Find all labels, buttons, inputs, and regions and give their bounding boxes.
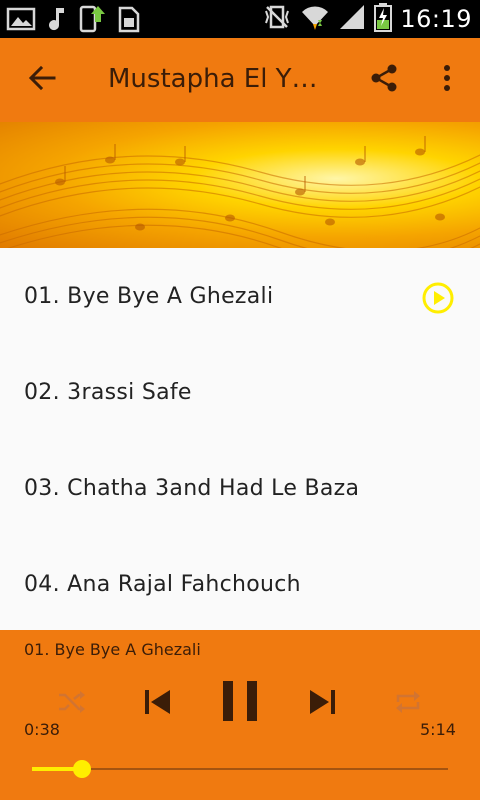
track-row[interactable]: 04. Ana Rajal Fahchouch — [0, 536, 480, 632]
more-vert-icon — [443, 65, 451, 95]
track-row[interactable]: 02. 3rassi Safe — [0, 344, 480, 440]
shuffle-button[interactable] — [52, 686, 92, 722]
sd-card-icon — [116, 4, 142, 38]
share-button[interactable] — [364, 60, 404, 100]
pause-button[interactable] — [218, 680, 262, 726]
status-bar: 16:19 — [0, 0, 480, 38]
seek-bar-thumb[interactable] — [72, 760, 91, 778]
share-icon — [369, 63, 399, 97]
total-duration: 5:14 — [420, 720, 456, 739]
track-row[interactable]: 03. Chatha 3and Had Le Baza — [0, 440, 480, 536]
now-playing-title: 01. Bye Bye A Ghezali — [24, 640, 201, 659]
status-bar-notifications — [6, 4, 142, 38]
app-update-icon — [78, 4, 106, 38]
page-title: Mustapha El Y… — [108, 64, 318, 94]
track-title: 04. Ana Rajal Fahchouch — [24, 572, 301, 597]
track-title: 03. Chatha 3and Had Le Baza — [24, 476, 360, 501]
wifi-icon — [300, 2, 330, 36]
shuffle-icon — [57, 688, 87, 720]
app-bar: Mustapha El Y… — [0, 38, 480, 122]
battery-charging-icon — [374, 2, 393, 36]
track-title: 01. Bye Bye A Ghezali — [24, 284, 274, 309]
track-title: 02. 3rassi Safe — [24, 380, 192, 405]
status-bar-system: 16:19 — [262, 2, 472, 36]
track-row[interactable]: 01. Bye Bye A Ghezali — [0, 248, 480, 344]
status-time: 16:19 — [400, 5, 472, 33]
header-banner-image — [0, 122, 480, 248]
previous-button[interactable] — [138, 684, 176, 724]
vibrate-icon — [262, 3, 292, 35]
next-icon — [308, 687, 338, 721]
play-circle-icon[interactable] — [420, 280, 456, 316]
elapsed-time: 0:38 — [24, 720, 60, 739]
signal-icon — [338, 3, 366, 35]
pause-icon — [221, 679, 259, 727]
back-arrow-icon — [28, 64, 56, 96]
music-note-icon — [46, 5, 68, 37]
repeat-button[interactable] — [388, 686, 428, 722]
track-list: 01. Bye Bye A Ghezali 02. 3rassi Safe 03… — [0, 248, 480, 630]
previous-icon — [142, 687, 172, 721]
seek-bar-track[interactable] — [32, 768, 448, 770]
more-options-button[interactable] — [430, 60, 464, 100]
player-bar: 01. Bye Bye A Ghezali 0:38 5:14 — [0, 630, 480, 800]
back-button[interactable] — [22, 60, 62, 100]
next-button[interactable] — [304, 684, 342, 724]
gallery-icon — [6, 6, 36, 36]
repeat-icon — [393, 688, 423, 720]
